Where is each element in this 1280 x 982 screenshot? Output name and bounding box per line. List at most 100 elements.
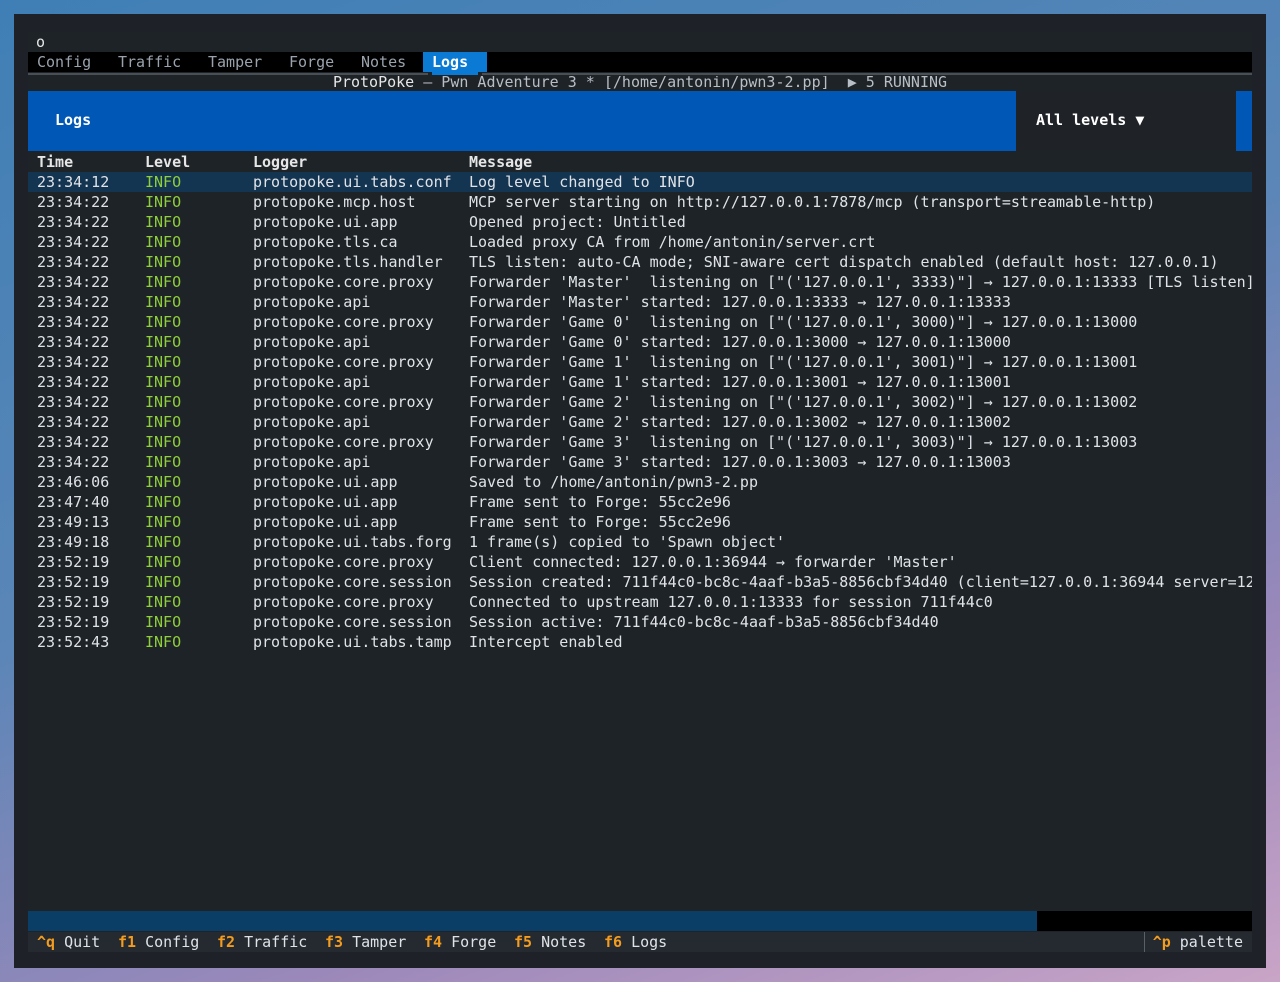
table-row[interactable]: 23:34:22 INFO protopoke.api Forwarder 'Game… xyxy=(28,452,1252,472)
cell-message: Log level changed to INFO xyxy=(469,173,695,191)
footer-key: f1 xyxy=(118,933,137,951)
table-row[interactable]: 23:52:19 INFO protopoke.core.proxy Client c… xyxy=(28,552,1252,572)
tab-notes[interactable]: Notes xyxy=(352,52,415,72)
table-row[interactable]: 23:34:22 INFO protopoke.core.proxy Forwarde… xyxy=(28,312,1252,332)
footer-key-label: Forge xyxy=(451,933,497,951)
column-header-level[interactable]: Level xyxy=(145,152,190,172)
cell-time: 23:34:22 xyxy=(37,273,110,291)
cell-message: Forwarder 'Master' listening on ["('127.… xyxy=(469,273,1252,291)
scrollbar-thumb[interactable] xyxy=(28,911,1037,931)
footer-key-label: Logs xyxy=(631,933,668,951)
cell-logger: protopoke.ui.tabs.tamp xyxy=(253,633,452,651)
cell-message: Loaded proxy CA from /home/antonin/serve… xyxy=(469,233,876,251)
command-palette-button[interactable]: ^p palette xyxy=(1143,932,1252,952)
cell-time: 23:52:19 xyxy=(37,613,110,631)
footer-key-label: Tamper xyxy=(352,933,407,951)
cell-logger: protopoke.core.proxy xyxy=(253,313,434,331)
cell-message: Client connected: 127.0.0.1:36944 → forw… xyxy=(469,553,957,571)
tab-config[interactable]: Config xyxy=(28,52,100,72)
footer-key-traffic[interactable]: f2 Traffic xyxy=(217,932,307,952)
cell-time: 23:34:22 xyxy=(37,333,110,351)
table-row[interactable]: 23:34:22 INFO protopoke.api Forwarder 'Game… xyxy=(28,372,1252,392)
tab-underline-left xyxy=(28,73,428,75)
footer-key-forge[interactable]: f4 Forge xyxy=(424,932,496,952)
table-row[interactable]: 23:46:06 INFO protopoke.ui.app Saved to /ho… xyxy=(28,472,1252,492)
cell-level: INFO xyxy=(145,413,182,431)
cell-logger: protopoke.core.proxy xyxy=(253,433,434,451)
cell-message: Forwarder 'Game 3' started: 127.0.0.1:30… xyxy=(469,453,1011,471)
table-row[interactable]: 23:34:22 INFO protopoke.core.proxy Forwarde… xyxy=(28,432,1252,452)
cell-level: INFO xyxy=(145,333,182,351)
table-row[interactable]: 23:52:19 INFO protopoke.core.session Sessio… xyxy=(28,612,1252,632)
cell-time: 23:34:22 xyxy=(37,373,110,391)
horizontal-scrollbar[interactable] xyxy=(28,911,1252,931)
column-header-time[interactable]: Time xyxy=(37,152,73,172)
table-row[interactable]: 23:52:19 INFO protopoke.core.proxy Connecte… xyxy=(28,592,1252,612)
cell-logger: protopoke.api xyxy=(253,373,371,391)
tab-tamper[interactable]: Tamper xyxy=(199,52,271,72)
tab-traffic[interactable]: Traffic xyxy=(109,52,190,72)
footer-key: f2 xyxy=(217,933,236,951)
footer-key: ^p xyxy=(1152,933,1171,951)
table-row[interactable]: 23:34:22 INFO protopoke.core.proxy Forwarde… xyxy=(28,352,1252,372)
table-row[interactable]: 23:34:22 INFO protopoke.api Forwarder 'Mast… xyxy=(28,292,1252,312)
cell-level: INFO xyxy=(145,533,182,551)
footer-key: f6 xyxy=(604,933,623,951)
cell-level: INFO xyxy=(145,293,182,311)
table-row[interactable]: 23:34:22 INFO protopoke.core.proxy Forwarde… xyxy=(28,392,1252,412)
cell-time: 23:34:22 xyxy=(37,253,110,271)
cell-logger: protopoke.mcp.host xyxy=(253,193,416,211)
table-row[interactable]: 23:34:22 INFO protopoke.api Forwarder 'Game… xyxy=(28,332,1252,352)
cell-time: 23:34:22 xyxy=(37,353,110,371)
table-row[interactable]: 23:34:22 INFO protopoke.api Forwarder 'Game… xyxy=(28,412,1252,432)
footer-key-notes[interactable]: f5 Notes xyxy=(514,932,586,952)
column-header-logger[interactable]: Logger xyxy=(253,152,307,172)
cell-logger: protopoke.core.proxy xyxy=(253,393,434,411)
table-row[interactable]: 23:34:12 INFO protopoke.ui.tabs.conf Log le… xyxy=(28,172,1252,192)
table-row[interactable]: 23:49:18 INFO protopoke.ui.tabs.forg 1 fram… xyxy=(28,532,1252,552)
cell-level: INFO xyxy=(145,493,182,511)
column-header-message[interactable]: Message xyxy=(469,152,532,172)
cell-message: Forwarder 'Game 0' listening on ["('127.… xyxy=(469,313,1138,331)
cell-level: INFO xyxy=(145,253,182,271)
cell-level: INFO xyxy=(145,393,182,411)
cell-level: INFO xyxy=(145,193,182,211)
logs-header: Logs All levels ▼ xyxy=(28,91,1252,151)
table-row[interactable]: 23:47:40 INFO protopoke.ui.app Frame sent t… xyxy=(28,492,1252,512)
footer-key-config[interactable]: f1 Config xyxy=(118,932,199,952)
footer-key-logs[interactable]: f6 Logs xyxy=(604,932,667,952)
footer-key-tamper[interactable]: f3 Tamper xyxy=(325,932,406,952)
cell-time: 23:52:19 xyxy=(37,573,110,591)
footer-key-quit[interactable]: ^q Quit xyxy=(37,932,100,952)
cell-message: Intercept enabled xyxy=(469,633,623,651)
cell-message: Opened project: Untitled xyxy=(469,213,686,231)
window-menu-dot[interactable]: o xyxy=(36,32,45,52)
tab-logs[interactable]: Logs xyxy=(423,52,487,72)
tab-underline-active xyxy=(432,72,478,75)
cell-time: 23:34:22 xyxy=(37,213,110,231)
cell-message: Session active: 711f44c0-bc8c-4aaf-b3a5-… xyxy=(469,613,939,631)
cell-logger: protopoke.api xyxy=(253,413,371,431)
table-row[interactable]: 23:34:22 INFO protopoke.tls.handler TLS lis… xyxy=(28,252,1252,272)
log-level-select[interactable]: All levels ▼ xyxy=(1016,91,1236,151)
table-row[interactable]: 23:34:22 INFO protopoke.mcp.host MCP server… xyxy=(28,192,1252,212)
cell-level: INFO xyxy=(145,513,182,531)
table-row[interactable]: 23:34:22 INFO protopoke.ui.app Opened proje… xyxy=(28,212,1252,232)
footer-key: ^q xyxy=(37,933,56,951)
cell-level: INFO xyxy=(145,353,182,371)
table-row[interactable]: 23:52:43 INFO protopoke.ui.tabs.tamp Interc… xyxy=(28,632,1252,652)
table-row[interactable]: 23:34:22 INFO protopoke.tls.ca Loaded proxy… xyxy=(28,232,1252,252)
cell-logger: protopoke.tls.ca xyxy=(253,233,398,251)
table-row[interactable]: 23:49:13 INFO protopoke.ui.app Frame sent t… xyxy=(28,512,1252,532)
cell-logger: protopoke.ui.app xyxy=(253,213,398,231)
table-row[interactable]: 23:34:22 INFO protopoke.core.proxy Forwarde… xyxy=(28,272,1252,292)
cell-time: 23:34:22 xyxy=(37,313,110,331)
footer-key-label: Config xyxy=(145,933,200,951)
cell-time: 23:49:13 xyxy=(37,513,110,531)
table-row[interactable]: 23:52:19 INFO protopoke.core.session Sessio… xyxy=(28,572,1252,592)
footer-key-label: Notes xyxy=(541,933,587,951)
cell-time: 23:34:22 xyxy=(37,233,110,251)
cell-message: Forwarder 'Game 3' listening on ["('127.… xyxy=(469,433,1138,451)
tab-forge[interactable]: Forge xyxy=(280,52,343,72)
cell-logger: protopoke.core.session xyxy=(253,573,452,591)
